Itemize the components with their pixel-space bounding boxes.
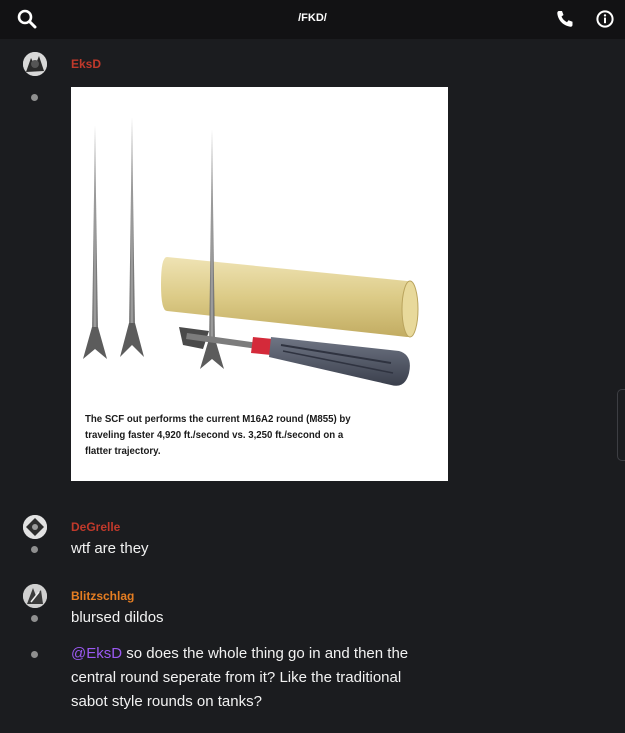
username[interactable]: EksD [71,57,101,71]
image-attachment[interactable]: The SCF out performs the current M16A2 r… [71,87,448,481]
reply-text-line: central round seperate from it? Like the… [71,669,402,686]
avatar[interactable] [23,584,47,608]
info-icon[interactable] [595,9,615,29]
message-dot [31,546,38,553]
message-dot [31,615,38,622]
reply-message: @EksD so does the whole thing go in and … [71,642,491,714]
phone-icon[interactable] [555,9,575,29]
image-caption: The SCF out performs the current M16A2 r… [85,413,351,457]
avatar[interactable] [23,52,47,76]
channel-title: /FKD/ [298,12,327,24]
top-bar: /FKD/ [0,0,625,39]
scrollbar-handle[interactable] [617,389,625,461]
message-feed: EksD The SCF out performs the current M1… [0,39,625,733]
reply-text-line: sabot style rounds on tanks? [71,693,262,710]
mention-link[interactable]: @EksD [71,645,122,662]
avatar[interactable] [23,515,47,539]
message-dot [31,94,38,101]
username[interactable]: DeGrelle [71,520,120,534]
reply-text-line: so does the whole thing go in and then t… [122,645,409,662]
message-text: blursed dildos [71,609,164,626]
message-text: wtf are they [71,540,149,557]
message-dot [31,651,38,658]
username[interactable]: Blitzschlag [71,589,134,603]
